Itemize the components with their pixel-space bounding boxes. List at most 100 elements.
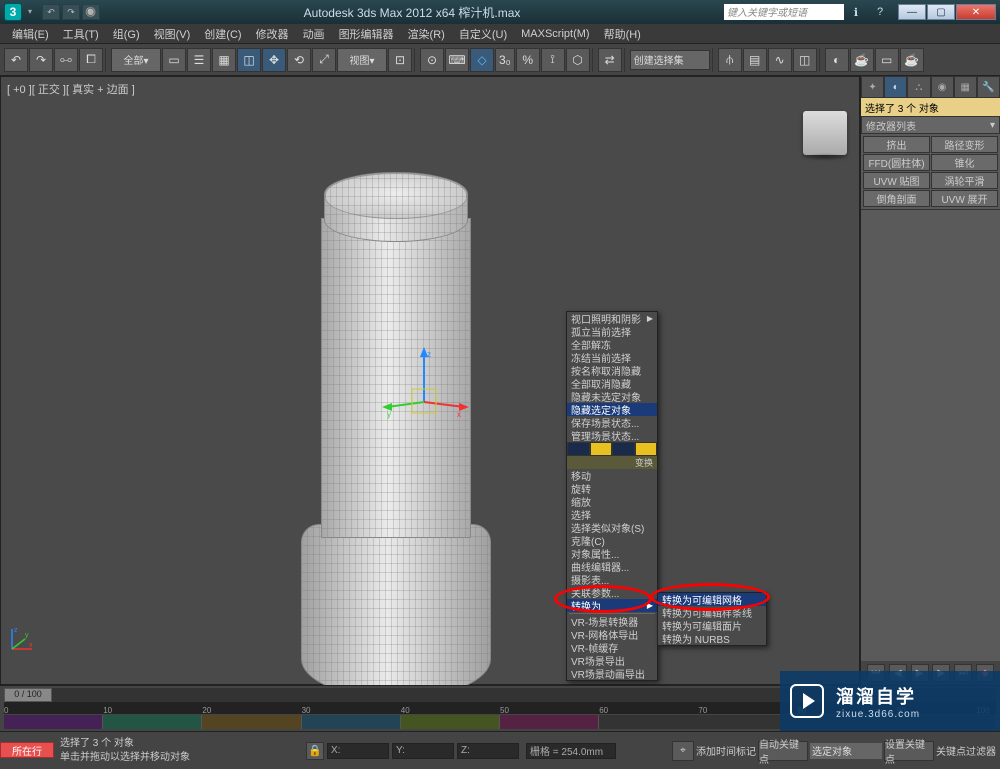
menu-edit[interactable]: 编辑(E) xyxy=(6,24,55,44)
autokey-toggle[interactable]: 自动关键点 xyxy=(758,741,808,761)
mod-uvwmap[interactable]: UVW 贴图 xyxy=(863,172,930,189)
viewport[interactable]: [ +0 ][ 正交 ][ 真实 + 边面 ] z x y z x y xyxy=(0,76,860,685)
submenu-arrow-icon: ▶ xyxy=(647,601,653,610)
infocenter-search[interactable]: 键入关键字或短语 xyxy=(724,4,844,20)
layers-icon[interactable]: ▤ xyxy=(743,48,767,72)
convert-submenu: 转换为可编辑网格 转换为可编辑样条线 转换为可编辑面片 转换为 NURBS xyxy=(657,592,767,646)
select-scale-icon[interactable]: ⤢ xyxy=(312,48,336,72)
ctx-manage-scene-state[interactable]: 管理场景状态... xyxy=(567,429,657,442)
modifier-buttons: 挤出 路径变形 FFD(圆柱体) 锥化 UVW 贴图 涡轮平滑 倒角剖面 UVW… xyxy=(861,134,1000,209)
schematic-icon[interactable]: ◫ xyxy=(793,48,817,72)
menu-customize[interactable]: 自定义(U) xyxy=(453,24,513,44)
selset-combo[interactable]: 选定对象 xyxy=(810,743,882,759)
infocenter-icon[interactable]: ℹ xyxy=(844,0,868,24)
coord-x-input[interactable]: X: xyxy=(327,743,389,759)
snaps-toggle-icon[interactable]: ◇ xyxy=(470,48,494,72)
render-frame-icon[interactable]: ▭ xyxy=(875,48,899,72)
redo-icon[interactable]: ↷ xyxy=(29,48,53,72)
tab-display-icon[interactable]: ▦ xyxy=(954,76,977,98)
main-area: [ +0 ][ 正交 ][ 真实 + 边面 ] z x y z x y xyxy=(0,76,1000,685)
angle-snap-icon[interactable]: 3₀ xyxy=(495,48,515,72)
select-name-icon[interactable]: ☰ xyxy=(187,48,211,72)
link-icon[interactable]: ⧟ xyxy=(54,48,78,72)
tab-motion-icon[interactable]: ◉ xyxy=(931,76,954,98)
coord-y-input[interactable]: Y: xyxy=(392,743,454,759)
named-selection-sets[interactable]: 创建选择集 xyxy=(630,50,710,70)
window-crossing-icon[interactable]: ◫ xyxy=(237,48,261,72)
mod-bevelprofile[interactable]: 倒角剖面 xyxy=(863,190,930,207)
select-move-icon[interactable]: ✥ xyxy=(262,48,286,72)
viewcube[interactable] xyxy=(803,111,847,155)
viewport-label[interactable]: [ +0 ][ 正交 ][ 真实 + 边面 ] xyxy=(7,81,135,97)
mirror-icon[interactable]: ⇄ xyxy=(598,48,622,72)
ctx-vray-anim-export[interactable]: VR场景动画导出 xyxy=(567,667,657,680)
qat-button[interactable]: 🔘 xyxy=(82,4,100,20)
coord-center-icon[interactable]: ⊡ xyxy=(388,48,412,72)
minilistener-tag[interactable]: 所在行 xyxy=(0,742,54,758)
app-logo[interactable]: 3 xyxy=(4,3,22,21)
keyboard-shortcut-icon[interactable]: ⌨ xyxy=(445,48,469,72)
render-setup-icon[interactable]: ☕ xyxy=(850,48,874,72)
watermark-play-icon xyxy=(790,684,824,718)
edged-icon[interactable]: ⬡ xyxy=(566,48,590,72)
menu-create[interactable]: 创建(C) xyxy=(198,24,247,44)
align-icon[interactable]: ⫛ xyxy=(718,48,742,72)
mod-extrude[interactable]: 挤出 xyxy=(863,136,930,153)
curve-editor-icon[interactable]: ∿ xyxy=(768,48,792,72)
select-region-icon[interactable]: ▦ xyxy=(212,48,236,72)
ctx-convert-to[interactable]: 转换为▶ xyxy=(567,599,657,612)
mod-uvwunwrap[interactable]: UVW 展开 xyxy=(931,190,998,207)
coord-lock-icon[interactable]: 🔒 xyxy=(306,742,324,760)
menu-grapheditors[interactable]: 图形编辑器 xyxy=(333,24,400,44)
mod-taper[interactable]: 锥化 xyxy=(931,154,998,171)
tab-modify-icon[interactable]: ◐ xyxy=(884,76,907,98)
redo-button[interactable]: ↷ xyxy=(62,4,80,20)
select-icon[interactable]: ▭ xyxy=(162,48,186,72)
undo-button[interactable]: ↶ xyxy=(42,4,60,20)
menu-group[interactable]: 组(G) xyxy=(107,24,146,44)
key-filter-label[interactable]: 关键点过滤器 xyxy=(936,743,996,758)
menu-help[interactable]: 帮助(H) xyxy=(598,24,647,44)
time-tag-icon[interactable]: ⌖ xyxy=(672,741,694,761)
app-menu-dropdown[interactable]: ▾ xyxy=(28,7,38,17)
tab-utility-icon[interactable]: 🔧 xyxy=(977,76,1000,98)
tab-create-icon[interactable]: ✦ xyxy=(861,76,884,98)
undo-icon[interactable]: ↶ xyxy=(4,48,28,72)
selection-filter[interactable]: 全部▾ xyxy=(111,48,161,72)
menu-rendering[interactable]: 渲染(R) xyxy=(402,24,451,44)
grid-display: 栅格 = 254.0mm xyxy=(526,743,616,759)
svg-text:x: x xyxy=(29,642,33,649)
window-controls: ― ▢ ✕ xyxy=(898,4,996,20)
menu-animation[interactable]: 动画 xyxy=(297,24,331,44)
window-title: Autodesk 3ds Max 2012 x64 榨汁机.max xyxy=(100,4,724,21)
setkey-toggle[interactable]: 设置关键点 xyxy=(884,741,934,761)
unlink-icon[interactable]: ⧠ xyxy=(79,48,103,72)
time-slider-knob[interactable]: 0 / 100 xyxy=(4,688,52,702)
render-icon[interactable]: ☕ xyxy=(900,48,924,72)
quick-access-toolbar: ↶ ↷ 🔘 xyxy=(42,4,100,20)
help-icon[interactable]: ? xyxy=(868,0,892,24)
spinner-snap-icon[interactable]: ⟟ xyxy=(541,48,565,72)
model[interactable] xyxy=(281,172,511,707)
tab-hierarchy-icon[interactable]: ⛬ xyxy=(907,76,930,98)
menu-maxscript[interactable]: MAXScript(M) xyxy=(515,26,595,42)
mod-turbosmooth[interactable]: 涡轮平滑 xyxy=(931,172,998,189)
close-button[interactable]: ✕ xyxy=(956,4,996,20)
menu-tools[interactable]: 工具(T) xyxy=(57,24,105,44)
maximize-button[interactable]: ▢ xyxy=(927,4,955,20)
refcoord-dropdown[interactable]: 视图▾ xyxy=(337,48,387,72)
menu-view[interactable]: 视图(V) xyxy=(148,24,197,44)
percent-snap-icon[interactable]: % xyxy=(516,48,540,72)
mod-ffdcyl[interactable]: FFD(圆柱体) xyxy=(863,154,930,171)
menubar: 编辑(E) 工具(T) 组(G) 视图(V) 创建(C) 修改器 动画 图形编辑… xyxy=(0,24,1000,44)
minimize-button[interactable]: ― xyxy=(898,4,926,20)
select-rotate-icon[interactable]: ⟲ xyxy=(287,48,311,72)
ctx-conv-nurbs[interactable]: 转换为 NURBS xyxy=(658,632,766,645)
modifier-list-dropdown[interactable]: 修改器列表▾ xyxy=(861,116,1000,134)
coord-z-input[interactable]: Z: xyxy=(457,743,519,759)
menu-modifiers[interactable]: 修改器 xyxy=(250,24,295,44)
add-time-tag[interactable]: 添加时间标记 xyxy=(696,743,756,758)
material-editor-icon[interactable]: ◐ xyxy=(825,48,849,72)
mod-pathdeform[interactable]: 路径变形 xyxy=(931,136,998,153)
manipulate-icon[interactable]: ⊙ xyxy=(420,48,444,72)
